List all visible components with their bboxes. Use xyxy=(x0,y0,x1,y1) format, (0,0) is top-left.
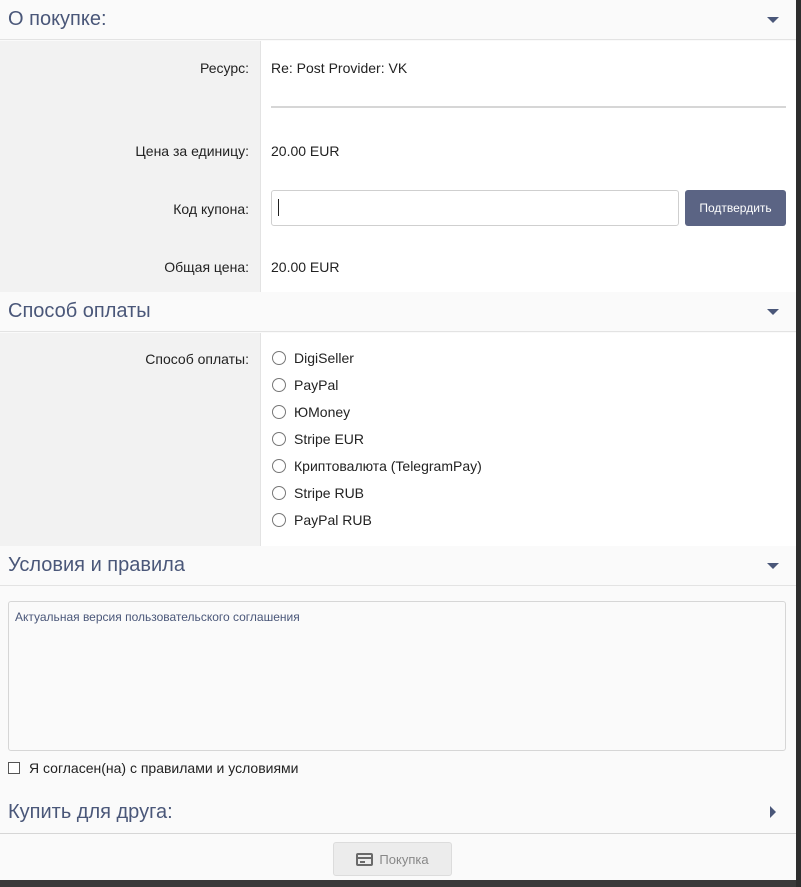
payment-option-label: ЮMoney xyxy=(294,404,351,420)
payment-option[interactable]: DigiSeller xyxy=(272,350,354,366)
resource-value: Re: Post Provider: VK xyxy=(271,60,408,76)
payment-method-label: Способ оплаты: xyxy=(145,351,249,367)
payment-option-label: PayPal xyxy=(294,377,339,393)
chevron-down-icon[interactable] xyxy=(767,16,779,23)
agree-terms-row[interactable]: Я согласен(на) с правилами и условиями xyxy=(8,760,299,776)
dialog-footer: Покупка xyxy=(0,833,796,880)
payment-section-header[interactable]: Способ оплаты xyxy=(0,292,796,332)
unit-price-label: Цена за единицу: xyxy=(135,143,249,159)
payment-details: Способ оплаты: DigiSeller PayPal ЮMoney … xyxy=(0,333,796,546)
resource-label: Ресурс: xyxy=(199,60,249,76)
payment-option[interactable]: PayPal xyxy=(272,377,338,393)
purchase-values-column: Re: Post Provider: VK 20.00 EUR Подтверд… xyxy=(261,41,796,292)
payment-option[interactable]: Stripe RUB xyxy=(272,485,364,501)
agree-checkbox[interactable] xyxy=(8,762,20,774)
radio-button[interactable] xyxy=(272,405,286,419)
purchase-section-header[interactable]: О покупке: xyxy=(0,0,796,40)
terms-section-header[interactable]: Условия и правила xyxy=(0,546,796,586)
payment-option-label: Stripe RUB xyxy=(294,485,365,501)
purchase-labels-column: Ресурс: Цена за единицу: Код купона: Общ… xyxy=(0,41,261,292)
gift-section-header[interactable]: Купить для друга: xyxy=(0,792,796,832)
payment-option-label: DigiSeller xyxy=(294,350,354,366)
payment-section-title: Способ оплаты xyxy=(8,300,151,322)
agree-label: Я согласен(на) с правилами и условиями xyxy=(29,760,299,776)
payment-options: DigiSeller PayPal ЮMoney Stripe EUR Крип… xyxy=(261,333,796,546)
total-price-value: 20.00 EUR xyxy=(271,259,340,275)
radio-button[interactable] xyxy=(272,459,286,473)
total-price-label: Общая цена: xyxy=(164,259,249,275)
radio-button[interactable] xyxy=(272,486,286,500)
terms-textarea[interactable]: Актуальная версия пользовательского согл… xyxy=(8,601,786,751)
confirm-coupon-button[interactable]: Подтвердить xyxy=(685,190,786,226)
purchase-details: Ресурс: Цена за единицу: Код купона: Общ… xyxy=(0,41,796,292)
payment-option-label: PayPal RUB xyxy=(294,512,372,528)
radio-button[interactable] xyxy=(272,513,286,527)
purchase-section-title: О покупке: xyxy=(8,8,107,30)
purchase-button-label: Покупка xyxy=(379,851,429,867)
coupon-input[interactable] xyxy=(271,190,679,226)
resource-divider xyxy=(271,106,786,108)
payment-option[interactable]: Криптовалюта (TelegramPay) xyxy=(272,458,482,474)
payment-option-label: Криптовалюта (TelegramPay) xyxy=(294,458,482,474)
payment-option[interactable]: PayPal RUB xyxy=(272,512,372,528)
gift-section-title: Купить для друга: xyxy=(8,800,173,823)
coupon-label: Код купона: xyxy=(173,201,249,217)
payment-option-label: Stripe EUR xyxy=(294,431,365,447)
radio-button[interactable] xyxy=(272,351,286,365)
chevron-right-icon[interactable] xyxy=(770,806,776,818)
credit-card-icon xyxy=(356,852,374,866)
payment-option[interactable]: ЮMoney xyxy=(272,404,350,420)
payment-option[interactable]: Stripe EUR xyxy=(272,431,364,447)
purchase-dialog: О покупке: Ресурс: Цена за единицу: Код … xyxy=(0,0,796,880)
radio-button[interactable] xyxy=(272,378,286,392)
backdrop-edge xyxy=(796,0,801,887)
terms-section-title: Условия и правила xyxy=(8,554,185,576)
chevron-down-icon[interactable] xyxy=(767,562,779,569)
purchase-button[interactable]: Покупка xyxy=(333,842,452,876)
radio-button[interactable] xyxy=(272,432,286,446)
terms-text: Актуальная версия пользовательского согл… xyxy=(15,610,300,624)
payment-labels-column: Способ оплаты: xyxy=(0,333,261,546)
unit-price-value: 20.00 EUR xyxy=(271,143,340,159)
chevron-down-icon[interactable] xyxy=(767,308,779,315)
